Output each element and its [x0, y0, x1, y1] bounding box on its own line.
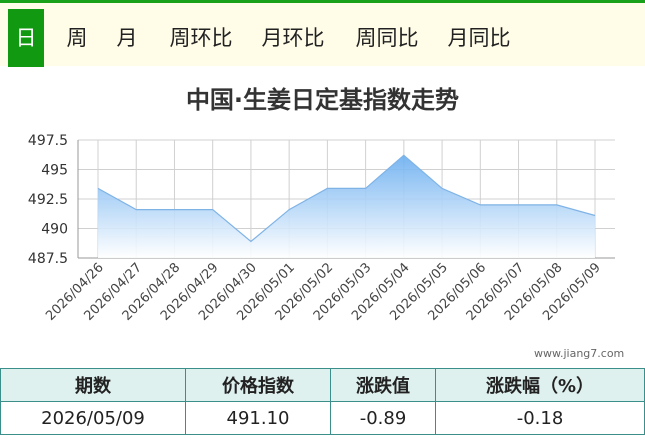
y-tick-label: 495	[41, 163, 68, 179]
summary-table: 期数 价格指数 涨跌值 涨跌幅（%） 2026/05/09 491.10 -0.…	[0, 368, 645, 435]
watermark-text: www.jiang7.com	[534, 347, 625, 360]
table-header-row: 期数 价格指数 涨跌值 涨跌幅（%）	[0, 368, 645, 402]
y-tick-label: 492.5	[28, 192, 68, 208]
period-tab-bar: 日 周 月 周环比 月环比 周同比 月同比	[0, 0, 645, 67]
y-tick-label: 490	[41, 222, 68, 238]
chart-title: 中国·生姜日定基指数走势	[185, 86, 460, 114]
tab-week-year-over-year[interactable]: 周同比	[350, 9, 424, 67]
tab-month[interactable]: 月	[110, 9, 144, 67]
header-period: 期数	[0, 368, 186, 402]
header-change-percent: 涨跌幅（%）	[435, 368, 645, 402]
header-price-index: 价格指数	[185, 368, 331, 402]
tab-month-year-over-year[interactable]: 月同比	[442, 9, 516, 67]
series-area	[98, 155, 595, 258]
cell-period: 2026/05/09	[0, 401, 186, 435]
index-area-chart: 497.5 495 492.5 490 487.5 2026/04/262026/04/…	[28, 133, 615, 324]
cell-change-percent: -0.18	[435, 401, 645, 435]
cell-change-value: -0.89	[330, 401, 436, 435]
tab-month-over-month[interactable]: 月环比	[256, 9, 330, 67]
cell-price-index: 491.10	[185, 401, 331, 435]
tab-week[interactable]: 周	[60, 9, 94, 67]
x-axis-ticks: 2026/04/262026/04/272026/04/282026/04/29…	[43, 260, 604, 324]
y-tick-label: 497.5	[28, 133, 68, 149]
table-row: 2026/05/09 491.10 -0.89 -0.18	[0, 401, 645, 435]
y-axis-ticks: 497.5 495 492.5 490 487.5	[28, 133, 68, 267]
tab-day[interactable]: 日	[8, 9, 44, 67]
header-change-value: 涨跌值	[330, 368, 436, 402]
tab-week-over-week[interactable]: 周环比	[164, 9, 238, 67]
y-tick-label: 487.5	[28, 251, 68, 267]
